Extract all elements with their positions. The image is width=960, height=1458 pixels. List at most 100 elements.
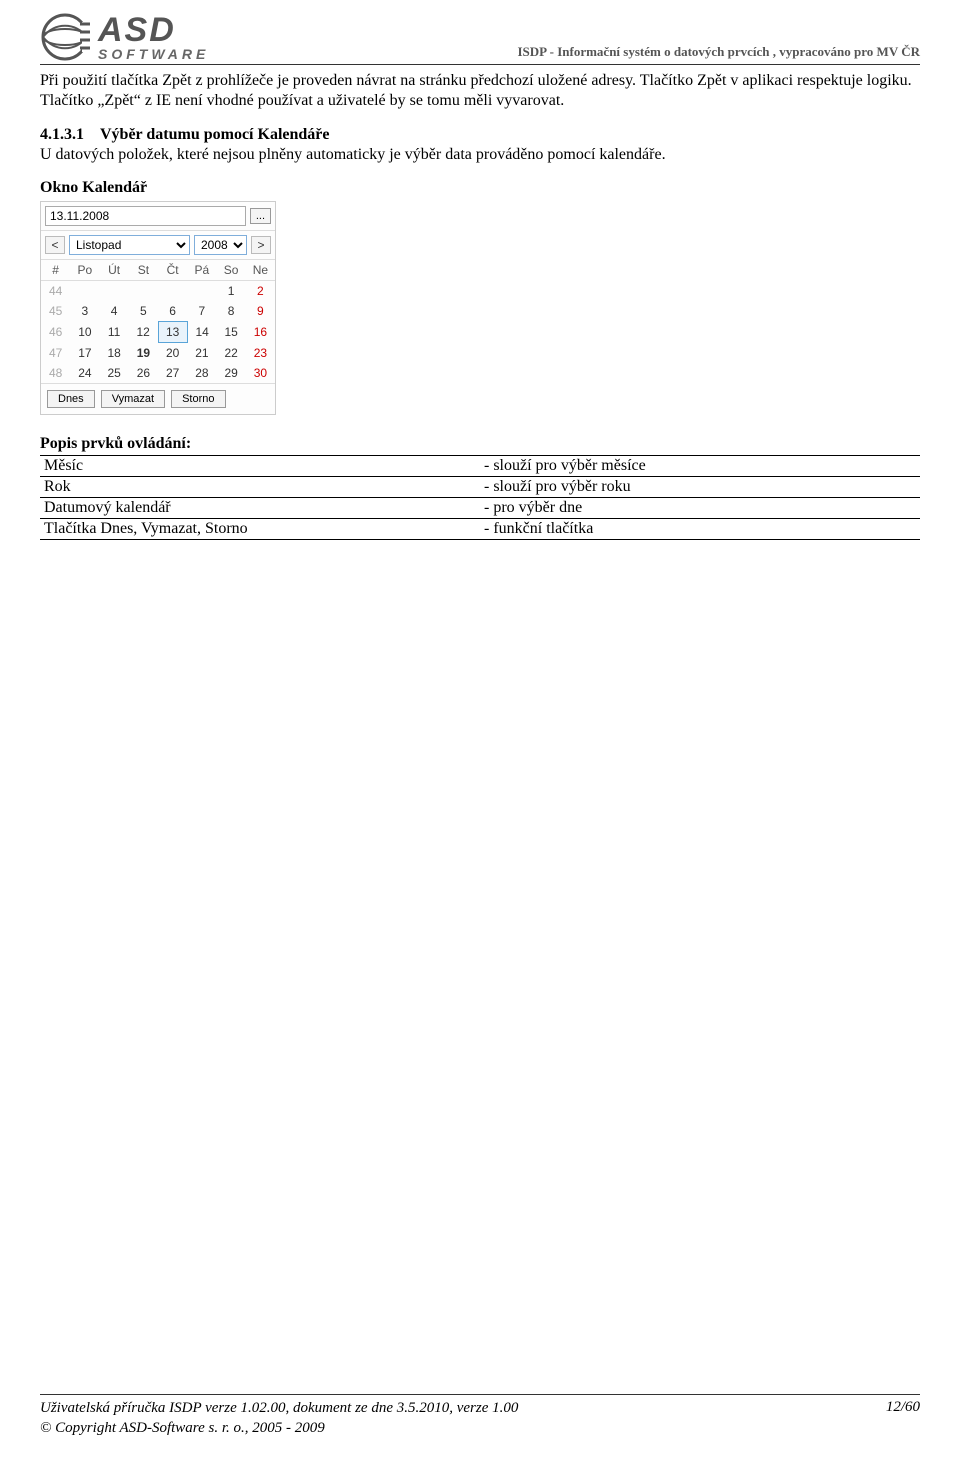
day-cell[interactable] — [158, 281, 187, 302]
day-cell[interactable]: 8 — [217, 301, 246, 322]
section-heading-block: 4.1.3.1 Výběr datumu pomocí Kalendáře U … — [40, 125, 920, 165]
day-cell-sunday[interactable]: 16 — [246, 322, 275, 343]
day-cell-sunday[interactable]: 30 — [246, 363, 275, 383]
dow-fri: Pá — [187, 260, 216, 281]
page-number: 12/60 — [886, 1399, 920, 1438]
day-cell[interactable] — [187, 281, 216, 302]
day-cell[interactable]: 5 — [129, 301, 158, 322]
day-cell[interactable]: 7 — [187, 301, 216, 322]
next-month-button[interactable]: > — [251, 236, 271, 254]
date-picker-button[interactable]: ... — [250, 208, 271, 224]
day-cell[interactable]: 17 — [70, 343, 99, 364]
day-cell[interactable]: 11 — [100, 322, 129, 343]
footer-line1: Uživatelská příručka ISDP verze 1.02.00,… — [40, 1399, 518, 1419]
day-cell-today[interactable]: 19 — [129, 343, 158, 364]
month-select[interactable]: Listopad — [69, 235, 190, 255]
logo: ASD SOFTWARE — [40, 12, 209, 62]
day-cell[interactable]: 12 — [129, 322, 158, 343]
desc-right: - slouží pro výběr roku — [480, 477, 920, 498]
calendar-row: 48 24 25 26 27 28 29 30 — [41, 363, 275, 383]
day-cell[interactable]: 10 — [70, 322, 99, 343]
intro-paragraph: Při použití tlačítka Zpět z prohlížeče j… — [40, 71, 920, 111]
day-cell-sunday[interactable]: 23 — [246, 343, 275, 364]
day-cell-sunday[interactable]: 2 — [246, 281, 275, 302]
day-cell[interactable]: 21 — [187, 343, 216, 364]
section-body: U datových položek, které nejsou plněny … — [40, 146, 666, 163]
dow-thu: Čt — [158, 260, 187, 281]
header-divider — [40, 64, 920, 65]
day-cell[interactable]: 27 — [158, 363, 187, 383]
calendar-dow-row: # Po Út St Čt Pá So Ne — [41, 260, 275, 281]
day-cell[interactable]: 29 — [217, 363, 246, 383]
page-footer: Uživatelská příručka ISDP verze 1.02.00,… — [40, 1394, 920, 1438]
day-cell[interactable]: 1 — [217, 281, 246, 302]
day-cell-sunday[interactable]: 9 — [246, 301, 275, 322]
calendar-grid: # Po Út St Čt Pá So Ne 44 1 2 45 3 — [41, 260, 275, 383]
desc-right: - slouží pro výběr měsíce — [480, 456, 920, 477]
day-cell[interactable]: 15 — [217, 322, 246, 343]
day-cell[interactable]: 22 — [217, 343, 246, 364]
dow-sat: So — [217, 260, 246, 281]
table-row: Datumový kalendář - pro výběr dne — [40, 498, 920, 519]
dow-tue: Út — [100, 260, 129, 281]
day-cell[interactable]: 25 — [100, 363, 129, 383]
dow-wed: St — [129, 260, 158, 281]
day-cell[interactable]: 14 — [187, 322, 216, 343]
day-cell[interactable]: 3 — [70, 301, 99, 322]
table-row: Rok - slouží pro výběr roku — [40, 477, 920, 498]
dow-sun: Ne — [246, 260, 275, 281]
clear-button[interactable]: Vymazat — [101, 390, 165, 408]
footer-line2: © Copyright ASD-Software s. r. o., 2005 … — [40, 1419, 518, 1439]
calendar-top-row: ... — [41, 202, 275, 231]
calendar-row: 45 3 4 5 6 7 8 9 — [41, 301, 275, 322]
logo-sub-text: SOFTWARE — [98, 47, 209, 61]
calendar-row: 46 10 11 12 13 14 15 16 — [41, 322, 275, 343]
day-cell[interactable] — [70, 281, 99, 302]
week-number: 48 — [41, 363, 70, 383]
calendar-nav-row: < Listopad 2008 > — [41, 231, 275, 260]
logo-main-text: ASD — [98, 13, 209, 47]
calendar-footer: Dnes Vymazat Storno — [41, 383, 275, 414]
cancel-button[interactable]: Storno — [171, 390, 225, 408]
desc-left: Měsíc — [40, 456, 480, 477]
day-cell-selected[interactable]: 13 — [158, 322, 187, 343]
day-cell[interactable] — [129, 281, 158, 302]
desc-title: Popis prvků ovládání: — [40, 435, 920, 453]
desc-right: - funkční tlačítka — [480, 519, 920, 540]
calendar-row: 44 1 2 — [41, 281, 275, 302]
date-input[interactable] — [45, 206, 246, 226]
day-cell[interactable]: 24 — [70, 363, 99, 383]
table-row: Měsíc - slouží pro výběr měsíce — [40, 456, 920, 477]
week-number: 45 — [41, 301, 70, 322]
calendar-widget: ... < Listopad 2008 > # Po Út St Čt Pá S… — [40, 201, 276, 415]
desc-right: - pro výběr dne — [480, 498, 920, 519]
day-cell[interactable] — [100, 281, 129, 302]
day-cell[interactable]: 20 — [158, 343, 187, 364]
dow-hash: # — [41, 260, 70, 281]
dow-mon: Po — [70, 260, 99, 281]
week-number: 47 — [41, 343, 70, 364]
calendar-row: 47 17 18 19 20 21 22 23 — [41, 343, 275, 364]
controls-description-table: Měsíc - slouží pro výběr měsíce Rok - sl… — [40, 455, 920, 540]
section-number: 4.1.3.1 — [40, 126, 84, 143]
footer-divider — [40, 1394, 920, 1395]
table-row: Tlačítka Dnes, Vymazat, Storno - funkční… — [40, 519, 920, 540]
day-cell[interactable]: 26 — [129, 363, 158, 383]
day-cell[interactable]: 6 — [158, 301, 187, 322]
header-right-text: ISDP - Informační systém o datových prvc… — [517, 44, 920, 62]
window-label: Okno Kalendář — [40, 179, 920, 197]
year-select[interactable]: 2008 — [194, 235, 247, 255]
day-cell[interactable]: 18 — [100, 343, 129, 364]
week-number: 44 — [41, 281, 70, 302]
desc-left: Datumový kalendář — [40, 498, 480, 519]
desc-left: Rok — [40, 477, 480, 498]
today-button[interactable]: Dnes — [47, 390, 95, 408]
week-number: 46 — [41, 322, 70, 343]
section-title: Výběr datumu pomocí Kalendáře — [100, 126, 329, 143]
day-cell[interactable]: 28 — [187, 363, 216, 383]
day-cell[interactable]: 4 — [100, 301, 129, 322]
page-header: ASD SOFTWARE ISDP - Informační systém o … — [40, 12, 920, 62]
prev-month-button[interactable]: < — [45, 236, 65, 254]
globe-logo-icon — [40, 12, 90, 62]
desc-left: Tlačítka Dnes, Vymazat, Storno — [40, 519, 480, 540]
